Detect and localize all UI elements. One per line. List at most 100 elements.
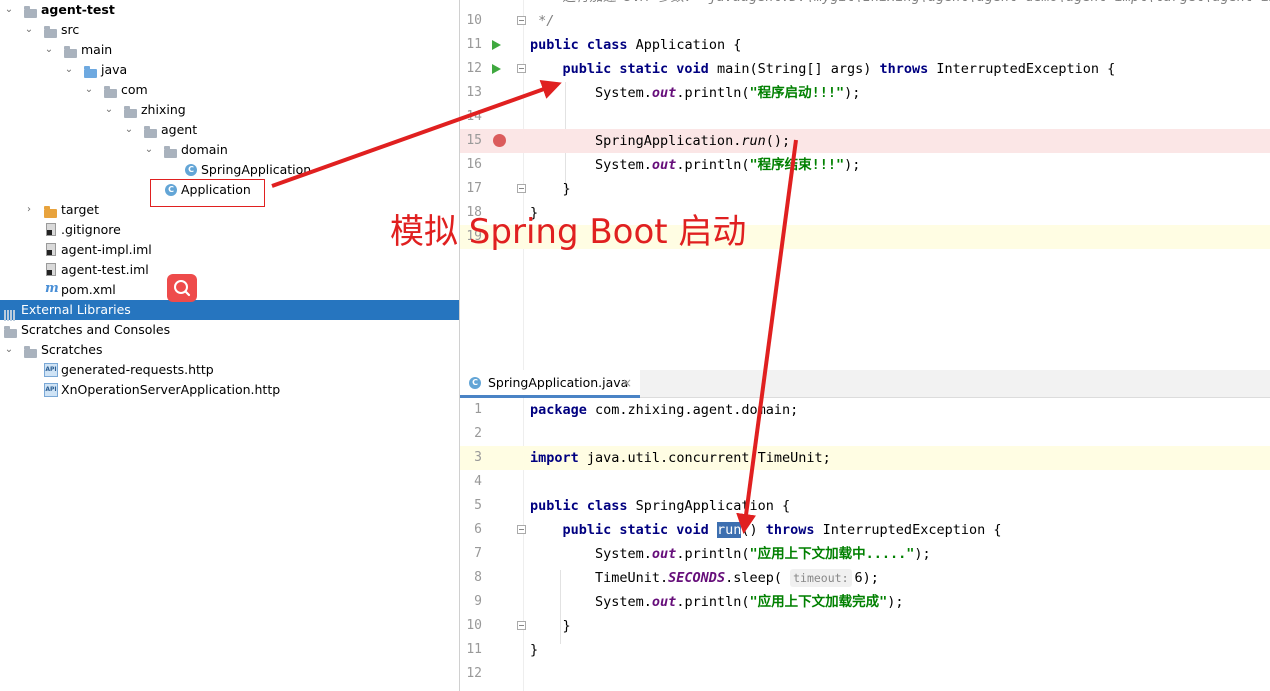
code-line[interactable]: 9 System.out.println("应用上下文加载完成"); [460, 590, 1270, 614]
tree-item-label: SpringApplication [201, 162, 312, 177]
code-text: public static void main(String[] args) t… [562, 61, 1116, 77]
code-text: SpringApplication.run(); [530, 133, 791, 149]
tree-item-java[interactable]: ⌄ java [0, 60, 459, 80]
fold-icon[interactable] [517, 621, 526, 630]
package-icon [124, 103, 138, 118]
code-line[interactable]: 11 public class Application { [460, 33, 1270, 57]
tree-item-external-libraries[interactable]: External Libraries [0, 300, 459, 321]
code-text: public class Application { [530, 37, 742, 53]
fold-icon[interactable] [517, 16, 526, 25]
code-text: System.out.println("应用上下文加载中....."); [530, 546, 931, 562]
tree-item-label: java [101, 62, 128, 77]
tree-item-com[interactable]: ⌄ com [0, 80, 459, 100]
code-line[interactable]: 12 [460, 662, 1270, 686]
breakpoint-icon[interactable] [493, 134, 506, 147]
tree-item-main[interactable]: ⌄ main [0, 40, 459, 60]
annotation-text: 模拟 Spring Boot 启动 [390, 212, 747, 252]
chevron-down-icon[interactable]: ⌄ [142, 140, 156, 160]
code-line[interactable]: 12 public static void main(String[] args… [460, 57, 1270, 81]
tree-item-label: External Libraries [21, 302, 131, 317]
code-text: } [530, 181, 571, 197]
java-class-icon: C [468, 376, 482, 390]
run-gutter-icon[interactable] [492, 40, 501, 50]
tree-item-springapplication[interactable]: C SpringApplication [0, 160, 459, 180]
project-tree: ⌄ agent-test ⌄ src ⌄ main ⌄ java ⌄ com ⌄… [0, 0, 459, 691]
tree-item-scratches[interactable]: ⌄ Scratches [0, 340, 459, 360]
file-icon [44, 223, 58, 237]
tree-item-label: zhixing [141, 102, 186, 117]
code-text: package com.zhixing.agent.domain; [530, 402, 799, 418]
tab-springapplication-java[interactable]: C SpringApplication.java × [460, 370, 640, 398]
java-class-icon: C [184, 163, 198, 177]
tree-item-label: domain [181, 142, 228, 157]
code-line[interactable]: 11 } [460, 638, 1270, 662]
editor-tab-bar: C SpringApplication.java × [460, 370, 1270, 398]
tree-item-zhixing[interactable]: ⌄ zhixing [0, 100, 459, 120]
code-line[interactable]: 10 */ [460, 9, 1270, 33]
code-line[interactable]: 17 } [460, 177, 1270, 201]
tree-item-src[interactable]: ⌄ src [0, 20, 459, 40]
code-line-breakpoint[interactable]: 15 SpringApplication.run(); [460, 129, 1270, 153]
code-line[interactable]: 14 [460, 105, 1270, 129]
chevron-down-icon[interactable]: ⌄ [102, 100, 116, 120]
tree-item-label: Scratches and Consoles [21, 322, 171, 337]
tree-item-domain[interactable]: ⌄ domain [0, 140, 459, 160]
code-text: TimeUnit.SECONDS.sleep( timeout: 6); [530, 569, 879, 587]
editor-springapplication-java[interactable]: C SpringApplication.java × 1 package com… [459, 370, 1270, 691]
chevron-down-icon[interactable]: ⌄ [42, 40, 56, 60]
search-icon [174, 280, 191, 297]
chevron-down-icon[interactable]: ⌄ [82, 80, 96, 100]
source-folder-icon [84, 63, 98, 78]
fold-icon[interactable] [517, 64, 526, 73]
chevron-down-icon[interactable]: ⌄ [2, 0, 16, 20]
folder-icon [64, 43, 78, 58]
tree-item-label: agent [161, 122, 198, 137]
code-text: import java.util.concurrent.TimeUnit; [530, 450, 831, 466]
tree-item-generated-requests[interactable]: API generated-requests.http [0, 360, 459, 380]
excluded-folder-icon [44, 203, 58, 218]
folder-icon [24, 343, 38, 358]
chevron-down-icon[interactable]: ⌄ [62, 60, 76, 80]
tree-item-scratches-and-consoles[interactable]: Scratches and Consoles [0, 320, 459, 340]
code-line[interactable]: 5 public class SpringApplication { [460, 494, 1270, 518]
fold-icon[interactable] [517, 525, 526, 534]
tree-item-label: agent-test.iml [61, 262, 149, 277]
tab-label: SpringApplication.java [488, 375, 629, 390]
chevron-down-icon[interactable]: ⌄ [122, 120, 136, 140]
fold-icon[interactable] [517, 184, 526, 193]
tree-item-label: target [61, 202, 100, 217]
code-line[interactable]: 2 [460, 422, 1270, 446]
editor-application-java[interactable]: 9 * 运行加速 JVM 参数: -javaagent:D:\mygit\zhi… [459, 0, 1270, 370]
chevron-down-icon[interactable]: ⌄ [22, 20, 36, 40]
tree-item-agent[interactable]: ⌄ agent [0, 120, 459, 140]
scratches-icon [4, 323, 18, 338]
code-line-current[interactable]: 3 import java.util.concurrent.TimeUnit; [460, 446, 1270, 470]
code-text: public static void run() throws Interrup… [562, 522, 1002, 538]
code-line[interactable]: 7 System.out.println("应用上下文加载中....."); [460, 542, 1270, 566]
tree-item-xnoperation-http[interactable]: API XnOperationServerApplication.http [0, 380, 459, 400]
code-line[interactable]: 10 } [460, 614, 1270, 638]
code-text: System.out.println("程序启动!!!"); [530, 85, 861, 101]
code-line[interactable]: 9 * 运行加速 JVM 参数: -javaagent:D:\mygit\zhi… [460, 0, 1270, 9]
maven-icon: m [45, 281, 59, 296]
code-line[interactable]: 1 package com.zhixing.agent.domain; [460, 398, 1270, 422]
http-api-icon: API [44, 363, 58, 377]
parameter-hint: timeout: [790, 569, 852, 587]
code-line[interactable]: 4 [460, 470, 1270, 494]
close-icon[interactable]: × [622, 370, 632, 396]
search-button[interactable] [167, 274, 197, 302]
code-text: * 运行加速 JVM 参数: -javaagent:D:\mygit\zhixi… [530, 0, 1270, 9]
tree-item-label: src [61, 22, 80, 37]
code-text: System.out.println("应用上下文加载完成"); [530, 594, 904, 610]
code-line[interactable]: 8 TimeUnit.SECONDS.sleep( timeout: 6); [460, 566, 1270, 590]
tree-item-pom-xml[interactable]: m pom.xml [0, 280, 459, 300]
tree-item-agent-test-iml[interactable]: agent-test.iml [0, 260, 459, 280]
code-line[interactable]: 6 public static void run() throws Interr… [460, 518, 1270, 542]
run-gutter-icon[interactable] [492, 64, 501, 74]
tree-item-agent-test[interactable]: ⌄ agent-test [0, 0, 459, 20]
code-line[interactable]: 13 System.out.println("程序启动!!!"); [460, 81, 1270, 105]
chevron-right-icon[interactable]: › [22, 200, 36, 220]
chevron-down-icon[interactable]: ⌄ [2, 340, 16, 360]
code-line[interactable]: 16 System.out.println("程序结束!!!"); [460, 153, 1270, 177]
tree-item-label: .gitignore [61, 222, 121, 237]
